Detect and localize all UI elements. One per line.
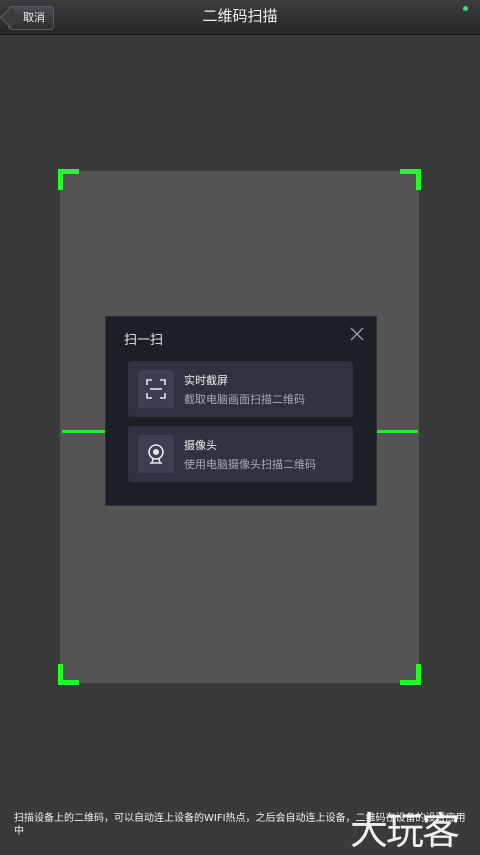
scan-frame-icon xyxy=(138,370,174,408)
webcam-icon xyxy=(138,435,174,473)
close-icon[interactable] xyxy=(350,327,364,341)
viewfinder-corner-top-right xyxy=(400,169,421,190)
option-label: 摄像头 xyxy=(184,439,217,452)
dialog-title: 扫一扫 xyxy=(124,333,164,348)
option-label: 实时截屏 xyxy=(184,374,228,387)
option-description: 使用电脑摄像头扫描二维码 xyxy=(184,458,316,471)
scan-source-dialog: 扫一扫 实时截屏 截取电脑画面扫描二维码 摄像头 使用电脑摄像头扫描二维码 xyxy=(105,316,377,506)
top-bar: 取消 二维码扫描 xyxy=(0,0,480,35)
option-webcam[interactable]: 摄像头 使用电脑摄像头扫描二维码 xyxy=(128,426,353,482)
option-description: 截取电脑画面扫描二维码 xyxy=(184,393,305,406)
viewfinder-corner-bottom-right xyxy=(400,664,421,685)
watermark-logo: 大玩客 xyxy=(349,809,460,853)
viewfinder-corner-bottom-left xyxy=(58,664,79,685)
status-indicator xyxy=(463,6,468,11)
page-title: 二维码扫描 xyxy=(202,7,278,25)
option-screen-capture[interactable]: 实时截屏 截取电脑画面扫描二维码 xyxy=(128,361,353,417)
viewfinder-corner-top-left xyxy=(58,169,79,190)
